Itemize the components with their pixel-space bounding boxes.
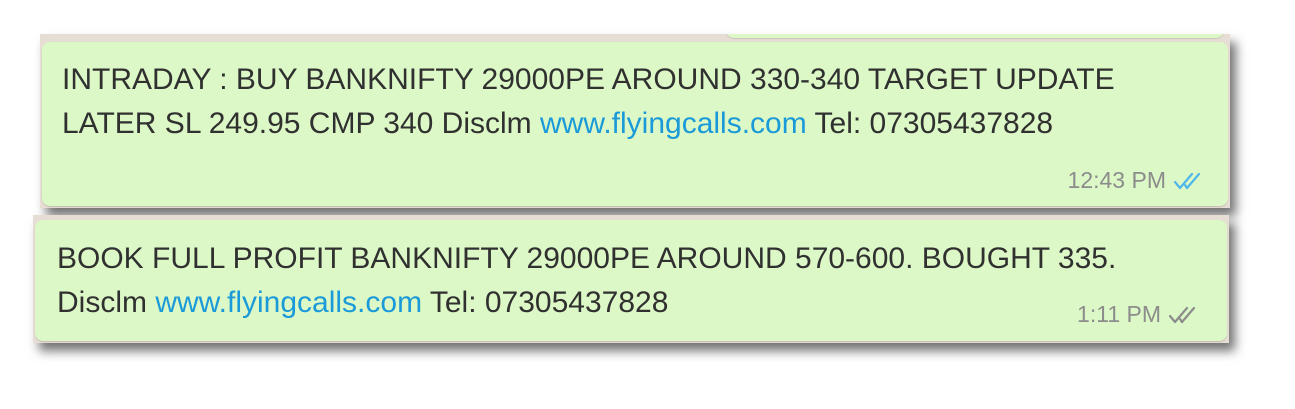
message-line: LATER SL 249.95 CMP 340 Disclm www.flyin…	[62, 102, 1115, 146]
outgoing-message-bubble[interactable]: INTRADAY : BUY BANKNIFTY 29000PE AROUND …	[42, 42, 1228, 206]
chat-screenshot-1: INTRADAY : BUY BANKNIFTY 29000PE AROUND …	[40, 34, 1230, 208]
double-check-delivered-icon	[1169, 306, 1196, 323]
message-text-prefix: LATER SL 249.95 CMP 340 Disclm	[62, 107, 540, 140]
message-text-suffix: Tel: 07305437828	[806, 107, 1054, 140]
outgoing-message-bubble[interactable]: BOOK FULL PROFIT BANKNIFTY 29000PE AROUN…	[35, 220, 1227, 341]
message-time: 1:11 PM	[1077, 301, 1161, 327]
message-line: INTRADAY : BUY BANKNIFTY 29000PE AROUND …	[62, 63, 1115, 96]
message-line: Disclm www.flyingcalls.com Tel: 07305437…	[57, 281, 1116, 325]
double-check-read-icon	[1174, 172, 1201, 189]
message-meta: 1:11 PM	[1077, 301, 1203, 328]
message-line: BOOK FULL PROFIT BANKNIFTY 29000PE AROUN…	[57, 242, 1117, 275]
message-text-prefix: Disclm	[57, 286, 156, 319]
message-time: 12:43 PM	[1067, 167, 1166, 193]
message-meta: 12:43 PM	[1068, 167, 1208, 194]
message-text: INTRADAY : BUY BANKNIFTY 29000PE AROUND …	[62, 58, 1115, 146]
website-link[interactable]: www.flyingcalls.com	[540, 107, 807, 140]
previous-message-bubble	[726, 34, 1224, 38]
chat-screenshot-2: BOOK FULL PROFIT BANKNIFTY 29000PE AROUN…	[33, 215, 1229, 343]
message-text-suffix: Tel: 07305437828	[422, 286, 669, 319]
message-text: BOOK FULL PROFIT BANKNIFTY 29000PE AROUN…	[57, 237, 1116, 325]
website-link[interactable]: www.flyingcalls.com	[155, 286, 422, 319]
